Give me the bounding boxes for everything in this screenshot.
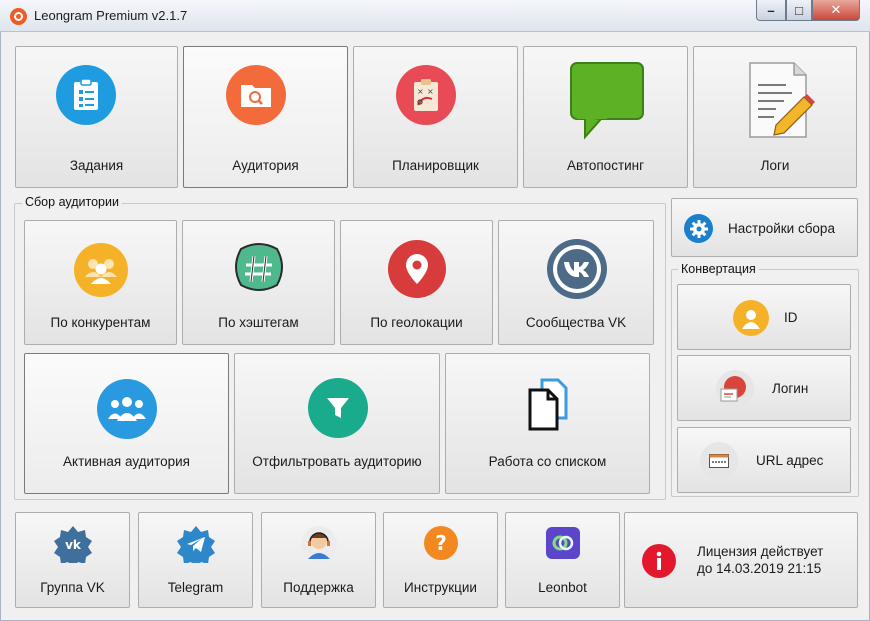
planner-board-icon: × ×	[396, 65, 456, 125]
bottom-instructions-button[interactable]: ? Инструкции	[383, 512, 498, 608]
url-browser-icon	[700, 442, 738, 480]
svg-text:vk: vk	[65, 538, 82, 552]
svg-text:×: ×	[427, 87, 434, 96]
telegram-badge-icon	[177, 525, 215, 568]
bottom-leonbot-button[interactable]: Leonbot	[505, 512, 620, 608]
window-controls: – □ ✕	[756, 0, 860, 21]
hashtag-icon	[231, 241, 287, 300]
question-icon: ?	[424, 526, 458, 560]
nav-autopost-button[interactable]: Автопостинг	[523, 46, 688, 188]
bottom-leonbot-label: Leonbot	[538, 580, 587, 595]
vk-badge-icon: vk	[54, 525, 92, 568]
maximize-button[interactable]: □	[786, 0, 812, 21]
nav-logs-button[interactable]: Логи	[693, 46, 857, 188]
nav-planner-label: Планировщик	[392, 158, 479, 173]
leongram-logo-icon	[10, 8, 27, 25]
notepad-pencil-icon	[746, 61, 816, 144]
bottom-telegram-label: Telegram	[167, 580, 224, 595]
leonbot-icon	[546, 527, 580, 559]
bottom-vk-group-label: Группа VK	[40, 580, 105, 595]
title-bar[interactable]: Leongram Premium v2.1.7 – □ ✕	[0, 0, 870, 32]
collect-geo-label: По геолокации	[370, 315, 463, 330]
close-button[interactable]: ✕	[812, 0, 860, 21]
convert-id-label: ID	[784, 310, 798, 325]
collect-competitors-label: По конкурентам	[50, 315, 151, 330]
convert-login-label: Логин	[772, 381, 809, 396]
bottom-support-button[interactable]: Поддержка	[261, 512, 376, 608]
collect-settings-label: Настройки сбора	[728, 221, 835, 236]
collect-vk-communities-label: Сообщества VK	[525, 315, 627, 330]
folder-search-icon	[226, 65, 286, 125]
license-status-line2: до 14.03.2019 21:15	[697, 561, 822, 576]
bottom-telegram-button[interactable]: Telegram	[138, 512, 253, 608]
nav-audience-label: Аудитория	[232, 158, 299, 173]
speech-bubble-icon	[569, 61, 645, 144]
convert-url-button[interactable]: URL адрес	[677, 427, 851, 493]
bottom-support-label: Поддержка	[283, 580, 354, 595]
bottom-instructions-label: Инструкции	[404, 580, 477, 595]
convert-id-button[interactable]: ID	[677, 284, 851, 350]
nav-audience-button[interactable]: Аудитория	[183, 46, 348, 188]
svg-text:×: ×	[417, 87, 424, 96]
collect-list-work-button[interactable]: Работа со списком	[445, 353, 650, 494]
collect-filter-audience-label: Отфильтровать аудиторию	[252, 454, 422, 469]
collect-vk-communities-button[interactable]: Сообщества VK	[498, 220, 654, 345]
support-headset-icon	[300, 525, 338, 566]
people-group-icon	[74, 243, 128, 297]
convert-login-button[interactable]: Логин	[677, 355, 851, 421]
license-status-line1: Лицензия действует	[697, 544, 824, 559]
collect-settings-button[interactable]: Настройки сбора	[671, 198, 858, 257]
conversion-title: Конвертация	[678, 262, 759, 276]
nav-planner-button[interactable]: × × Планировщик	[353, 46, 518, 188]
login-card-icon	[716, 370, 754, 408]
collect-filter-audience-button[interactable]: Отфильтровать аудиторию	[234, 353, 440, 494]
nav-autopost-label: Автопостинг	[566, 158, 645, 173]
gear-icon	[684, 214, 713, 243]
collect-hashtags-button[interactable]: По хэштегам	[182, 220, 335, 345]
map-pin-icon	[388, 240, 446, 298]
window-title: Leongram Premium v2.1.7	[34, 8, 188, 23]
nav-logs-label: Логи	[760, 158, 790, 173]
clipboard-icon	[56, 65, 116, 125]
bottom-vk-group-button[interactable]: vk Группа VK	[15, 512, 130, 608]
vk-logo-icon	[547, 239, 607, 299]
filter-icon	[308, 378, 368, 438]
license-panel: Лицензия действует до 14.03.2019 21:15	[624, 512, 858, 608]
collect-active-audience-button[interactable]: Активная аудитория	[24, 353, 229, 494]
collect-competitors-button[interactable]: По конкурентам	[24, 220, 177, 345]
nav-tasks-button[interactable]: Задания	[15, 46, 178, 188]
collect-hashtags-label: По хэштегам	[218, 315, 299, 330]
info-icon	[642, 544, 676, 578]
documents-icon	[526, 378, 572, 435]
collect-active-audience-label: Активная аудитория	[63, 454, 190, 469]
collect-audience-title: Сбор аудитории	[22, 195, 122, 209]
collect-list-work-label: Работа со списком	[488, 454, 607, 469]
nav-tasks-label: Задания	[69, 158, 124, 173]
convert-url-label: URL адрес	[756, 453, 824, 468]
active-audience-icon	[97, 379, 157, 439]
collect-geo-button[interactable]: По геолокации	[340, 220, 493, 345]
minimize-button[interactable]: –	[756, 0, 786, 21]
user-id-icon	[733, 300, 769, 336]
